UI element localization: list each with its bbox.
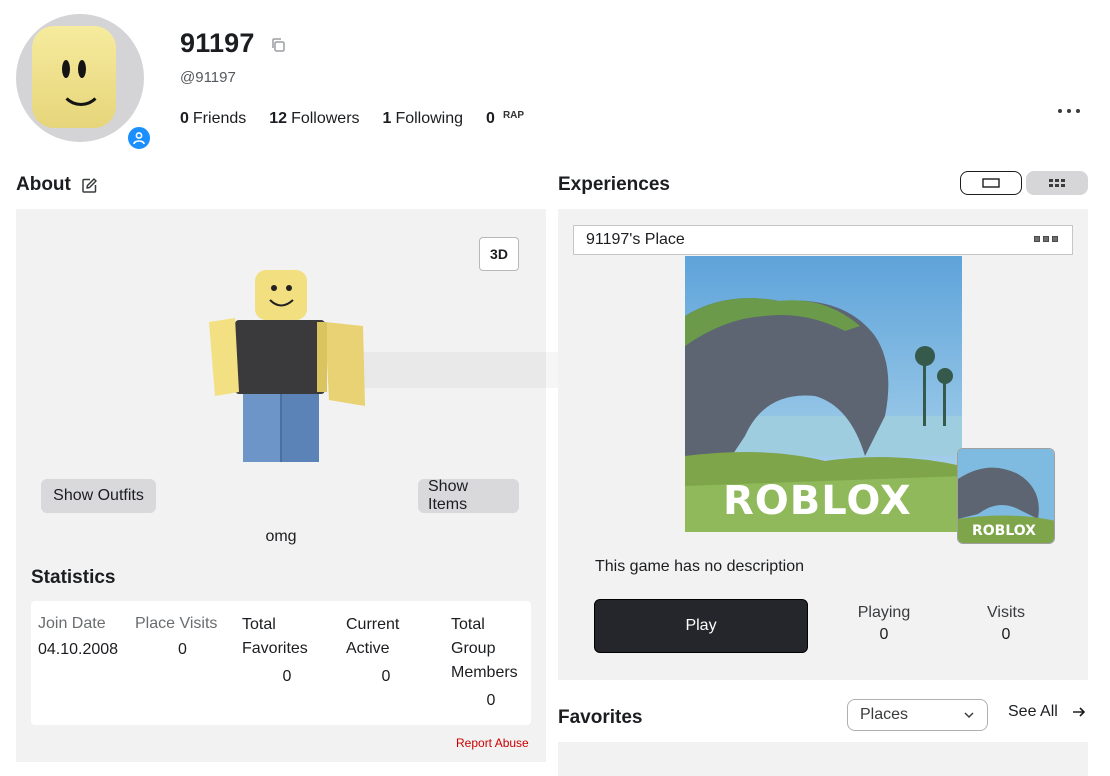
profile-avatar[interactable] [16,14,153,152]
following-count: 1 [382,110,392,127]
followers-link[interactable]: 12 Followers [269,110,359,128]
grid-view-icon[interactable] [1026,171,1088,195]
friends-label: Friends [192,110,247,127]
stat-group-members: Total Group Members 0 [451,613,531,713]
followers-count: 12 [269,110,288,127]
current-active-value: 0 [381,668,391,685]
following-link[interactable]: 1 Following [383,110,464,128]
group-members-label-2: Group [451,640,496,657]
see-all-link[interactable]: See All [1008,703,1058,721]
favorites-filter-select[interactable]: Places [847,699,988,731]
friends-link[interactable]: 0 Friends [180,110,246,128]
current-active-label-2: Active [346,640,390,657]
favorites-title: Favorites [558,707,643,728]
total-favorites-label-2: Favorites [242,640,308,657]
avatar-head [32,26,116,128]
group-members-value: 0 [486,692,496,709]
place-visits-label: Place Visits [135,615,218,632]
friends-count: 0 [180,110,189,127]
carousel-dots-icon[interactable] [1034,236,1058,242]
playing-label: Playing [857,604,911,621]
list-view-icon[interactable] [960,171,1022,195]
report-abuse-link[interactable]: Report Abuse [456,736,529,750]
rap-value: 0 [486,110,495,127]
toggle-3d-button[interactable]: 3D [479,237,519,271]
social-stats: 0 Friends 12 Followers 1 Following 0 RAP [180,110,547,128]
place-thumbnail[interactable]: ROBLOX [685,256,962,532]
avatar-smile [59,84,103,106]
followers-label: Followers [291,110,360,127]
visits-label: Visits [987,604,1025,621]
username: @91197 [180,69,236,86]
copy-icon[interactable] [270,37,286,53]
playing-value: 0 [879,626,889,643]
roblox-logo: ROBLOX [723,478,912,524]
more-horizontal-icon[interactable] [1058,104,1080,118]
experiences-title: Experiences [558,174,670,195]
show-items-button[interactable]: Show Items [418,478,519,513]
game-description: This game has no description [595,558,804,575]
stat-total-favorites: Total Favorites 0 [242,613,332,689]
play-button[interactable]: Play [594,599,808,653]
show-outfits-button[interactable]: Show Outfits [41,479,156,513]
rap-label: RAP [502,110,525,121]
visits-stat: Visits 0 [966,602,1046,646]
edit-icon[interactable] [81,177,98,194]
about-title: About [16,174,71,195]
statistics-card: Join Date 04.10.2008 Place Visits 0 Tota… [31,601,531,725]
rap-stat: 0 RAP [486,110,524,128]
roblox-logo-small: ROBLOX [972,523,1036,539]
avatar-right-eye [78,60,86,78]
favorites-panel [558,742,1088,776]
group-members-label-1: Total [451,616,485,633]
join-date-label: Join Date [38,615,106,632]
place-visits-value: 0 [178,641,187,658]
following-label: Following [395,110,464,127]
stat-join-date: Join Date 04.10.2008 [38,612,128,662]
arrow-right-icon[interactable] [1071,704,1087,725]
stat-current-active: Current Active 0 [346,613,426,689]
total-favorites-value: 0 [282,668,292,685]
place-title-bar[interactable]: 91197's Place [573,225,1073,255]
stat-place-visits: Place Visits 0 [135,612,230,662]
current-active-label-1: Current [346,616,400,633]
outfit-name: omg [265,528,297,545]
join-date-value: 04.10.2008 [38,641,119,658]
display-name: 91197 [180,28,255,58]
visits-value: 0 [1001,626,1011,643]
avatar-left-eye [62,60,70,78]
statistics-title: Statistics [31,567,116,588]
place-thumbnail-small[interactable]: ROBLOX [957,448,1055,544]
user-presence-icon [125,124,153,152]
playing-stat: Playing 0 [844,602,924,646]
group-members-label-3: Members [451,664,518,681]
favorites-filter-value: Places [860,706,909,723]
total-favorites-label-1: Total [242,616,276,633]
chevron-down-icon [964,712,974,719]
avatar-3d-render [209,270,365,462]
place-name: 91197's Place [586,231,685,248]
